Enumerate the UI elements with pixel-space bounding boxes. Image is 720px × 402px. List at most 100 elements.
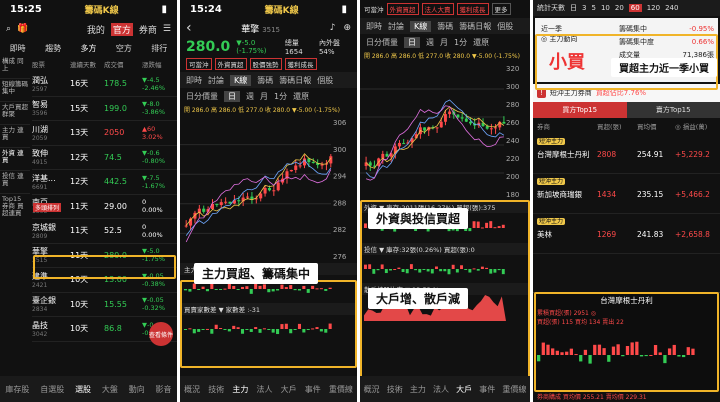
nav-event[interactable]: 事件: [305, 384, 321, 395]
period-minute[interactable]: 日分價量: [366, 37, 398, 48]
col-pl[interactable]: ◎ 損益(萬): [675, 121, 707, 131]
col-avg[interactable]: 買均價: [637, 121, 675, 131]
nav-main[interactable]: 主力: [410, 384, 426, 395]
tag-daytrade[interactable]: 可當沖: [186, 58, 212, 70]
tab-discuss[interactable]: 討論: [208, 75, 224, 86]
tab-short[interactable]: 空方: [116, 43, 132, 54]
table-row[interactable]: 致伸 4915 12天 74.5 ▼-0.6 -0.80%: [32, 146, 177, 170]
nav-tech[interactable]: 技術: [387, 384, 403, 395]
tab-discuss[interactable]: 討論: [388, 21, 404, 32]
col-buy[interactable]: 買超(張): [597, 121, 637, 131]
tag-foreign[interactable]: 外資買超: [386, 3, 419, 15]
nav-tech[interactable]: 技術: [208, 384, 224, 395]
nav-overview[interactable]: 概況: [184, 384, 200, 395]
nav-main[interactable]: 主力: [232, 384, 248, 395]
day-option[interactable]: 20: [615, 4, 624, 12]
tab-chips[interactable]: 籌碼: [257, 75, 273, 86]
header-price[interactable]: 成交價: [104, 59, 142, 69]
sidebar-item[interactable]: 構成 同上: [0, 56, 30, 79]
nav-overview[interactable]: 概況: [364, 384, 380, 395]
tab-info[interactable]: 個股: [497, 21, 513, 32]
candlestick-chart[interactable]: 320 300 280 260 240 220 200 180: [360, 61, 530, 201]
more-icon[interactable]: ☰: [163, 24, 171, 34]
day-option[interactable]: 5: [591, 4, 595, 12]
back-icon[interactable]: ‹: [186, 20, 192, 36]
period-week[interactable]: 週: [246, 91, 254, 102]
tab-realtime[interactable]: 即時: [366, 21, 382, 32]
gift-icon[interactable]: 🎁: [17, 24, 28, 34]
candlestick-chart[interactable]: 306 300 294 288 282 276: [180, 115, 357, 263]
broker-row[interactable]: 短沖主力 台灣摩根士丹利 2808 254.91 +5,229.2: [533, 134, 720, 174]
header-stock[interactable]: 股票: [32, 59, 70, 69]
period-1min[interactable]: 1分: [454, 37, 467, 48]
nav-volline[interactable]: 重價線: [502, 384, 526, 395]
period-week[interactable]: 週: [426, 37, 434, 48]
unit-dropdown[interactable]: 日: [570, 3, 577, 13]
day-option[interactable]: 3: [582, 4, 586, 12]
nav-trend[interactable]: 動向: [129, 384, 145, 395]
table-row[interactable]: 潤弘 2597 16天 178.5 ▼-4.5 -2.46%: [32, 72, 177, 97]
tab-daily[interactable]: 籌碼日報: [459, 21, 491, 32]
period-month[interactable]: 月: [440, 37, 448, 48]
tab-official[interactable]: 官方: [110, 22, 133, 36]
tab-daily[interactable]: 籌碼日報: [279, 75, 311, 86]
nav-screener[interactable]: 選股: [75, 384, 91, 395]
filter-button[interactable]: 查看條件: [149, 322, 173, 346]
tab-info[interactable]: 個股: [317, 75, 333, 86]
nav-event[interactable]: 事件: [479, 384, 495, 395]
table-row[interactable]: 川湖 2059 13天 2050 ▲60 3.02%: [32, 121, 177, 146]
tab-long[interactable]: 多方: [80, 43, 96, 54]
tab-realtime[interactable]: 即時: [10, 43, 26, 54]
sidebar-item[interactable]: 外資 連買: [0, 148, 30, 171]
day-option[interactable]: 120: [647, 4, 660, 12]
nav-big[interactable]: 大戶: [456, 384, 472, 395]
tab-mine[interactable]: 我的: [87, 23, 105, 36]
tab-rank[interactable]: 排行: [151, 43, 167, 54]
day-option-selected[interactable]: 60: [628, 4, 642, 12]
nav-holdings[interactable]: 庫存股: [5, 384, 29, 395]
tab-kline[interactable]: K線: [230, 74, 252, 86]
table-row[interactable]: 京城銀 2809 11天 52.5 0 0.00%: [32, 219, 177, 244]
period-adjust[interactable]: 還原: [473, 37, 489, 48]
tag-profit[interactable]: 獲利成長: [456, 3, 489, 15]
nav-inst[interactable]: 法人: [256, 384, 272, 395]
period-1min[interactable]: 1分: [274, 91, 287, 102]
tab-sell-top15[interactable]: 賣方Top15: [626, 102, 720, 118]
tab-realtime[interactable]: 即時: [186, 75, 202, 86]
nav-inst[interactable]: 法人: [433, 384, 449, 395]
period-adjust[interactable]: 還原: [293, 91, 309, 102]
header-change[interactable]: 漲跌幅: [142, 59, 162, 69]
nav-video[interactable]: 影音: [156, 384, 172, 395]
nav-volline[interactable]: 重價線: [329, 384, 353, 395]
sidebar-item[interactable]: 短線籌碼 集中: [0, 79, 30, 102]
more-tags[interactable]: 更多: [491, 3, 511, 15]
table-row[interactable]: 智易 3596 15天 199.0 ▼-8.0 -3.86%: [32, 97, 177, 121]
day-option[interactable]: 10: [601, 4, 610, 12]
tab-broker[interactable]: 券商: [139, 23, 157, 36]
tab-chips[interactable]: 籌碼: [437, 21, 453, 32]
tab-kline[interactable]: K線: [410, 20, 432, 32]
tag-daytrade[interactable]: 可當沖: [364, 4, 384, 14]
period-month[interactable]: 月: [260, 91, 268, 102]
tag-foreign[interactable]: 外資買超: [214, 58, 247, 70]
period-day[interactable]: 日: [224, 90, 240, 102]
tag-strong[interactable]: 股價強勢: [249, 58, 282, 70]
sidebar-item[interactable]: 主力 連買: [0, 125, 30, 148]
sidebar-item[interactable]: 大戶買超 群聚: [0, 102, 30, 125]
tab-buy-top15[interactable]: 買方Top15: [533, 102, 627, 118]
sidebar-item[interactable]: Top15 券商 買超連買: [0, 194, 30, 217]
nav-watchlist[interactable]: 自選股: [40, 384, 64, 395]
table-row[interactable]: 洋基... 6691 12天 442.5 ▼-7.5 -1.67%: [32, 170, 177, 195]
broker-row[interactable]: 短沖主力 美林 1269 241.83 +2,658.8: [533, 214, 720, 254]
col-broker[interactable]: 券商: [537, 121, 597, 131]
broker-row[interactable]: 短沖主力 新加坡商瑞銀 1434 235.15 +5,466.2: [533, 174, 720, 214]
period-day[interactable]: 日: [404, 36, 420, 48]
nav-big[interactable]: 大戶: [281, 384, 297, 395]
day-option[interactable]: 240: [665, 4, 678, 12]
tag-inst-sell[interactable]: 法人大賣: [421, 3, 454, 15]
add-icon[interactable]: ⊕: [343, 23, 351, 33]
tag-profit[interactable]: 獲利成長: [284, 58, 317, 70]
period-minute[interactable]: 日分價量: [186, 91, 218, 102]
search-icon[interactable]: ⌕: [6, 24, 11, 34]
header-days[interactable]: 連續天數: [70, 59, 104, 69]
